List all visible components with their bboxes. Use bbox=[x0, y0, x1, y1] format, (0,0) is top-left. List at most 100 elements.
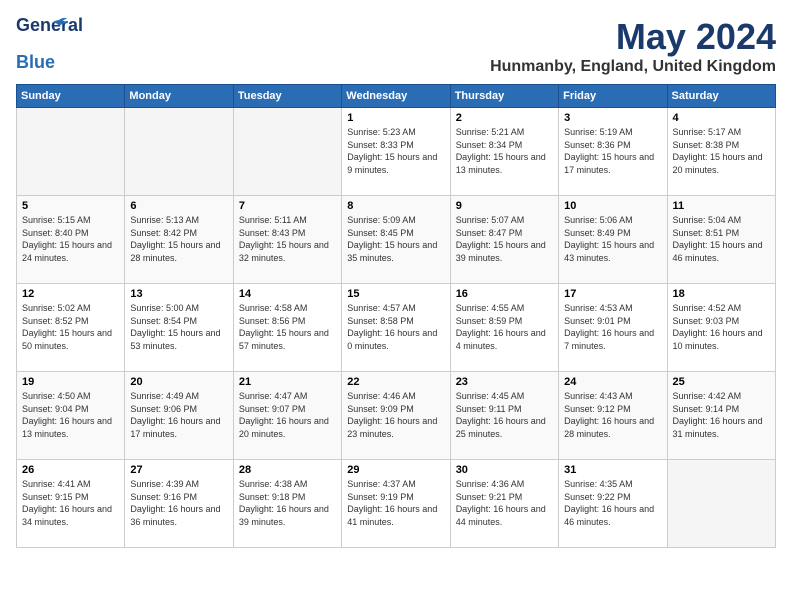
calendar-cell: 19 Sunrise: 4:50 AMSunset: 9:04 PMDaylig… bbox=[17, 372, 125, 460]
calendar-cell: 17 Sunrise: 4:53 AMSunset: 9:01 PMDaylig… bbox=[559, 284, 667, 372]
calendar-cell: 7 Sunrise: 5:11 AMSunset: 8:43 PMDayligh… bbox=[233, 196, 341, 284]
day-number: 28 bbox=[239, 464, 336, 476]
weekday-header-row: SundayMondayTuesdayWednesdayThursdayFrid… bbox=[17, 85, 776, 108]
cell-content: Sunrise: 4:35 AMSunset: 9:22 PMDaylight:… bbox=[564, 478, 661, 528]
calendar-cell: 21 Sunrise: 4:47 AMSunset: 9:07 PMDaylig… bbox=[233, 372, 341, 460]
day-number: 11 bbox=[673, 200, 770, 212]
day-number: 31 bbox=[564, 464, 661, 476]
day-number: 15 bbox=[347, 288, 444, 300]
day-number: 23 bbox=[456, 376, 553, 388]
page-header: General Blue May 2024 Hunmanby, England,… bbox=[16, 16, 776, 76]
day-number: 12 bbox=[22, 288, 119, 300]
calendar-cell: 20 Sunrise: 4:49 AMSunset: 9:06 PMDaylig… bbox=[125, 372, 233, 460]
day-number: 22 bbox=[347, 376, 444, 388]
day-number: 7 bbox=[239, 200, 336, 212]
calendar-cell: 25 Sunrise: 4:42 AMSunset: 9:14 PMDaylig… bbox=[667, 372, 775, 460]
cell-content: Sunrise: 5:06 AMSunset: 8:49 PMDaylight:… bbox=[564, 214, 661, 264]
weekday-header-sunday: Sunday bbox=[17, 85, 125, 108]
calendar-cell: 18 Sunrise: 4:52 AMSunset: 9:03 PMDaylig… bbox=[667, 284, 775, 372]
calendar-cell bbox=[17, 108, 125, 196]
calendar-cell bbox=[125, 108, 233, 196]
location-text: Hunmanby, England, United Kingdom bbox=[490, 58, 776, 76]
month-title: May 2024 bbox=[490, 16, 776, 58]
cell-content: Sunrise: 4:37 AMSunset: 9:19 PMDaylight:… bbox=[347, 478, 444, 528]
cell-content: Sunrise: 4:49 AMSunset: 9:06 PMDaylight:… bbox=[130, 390, 227, 440]
calendar-cell: 16 Sunrise: 4:55 AMSunset: 8:59 PMDaylig… bbox=[450, 284, 558, 372]
cell-content: Sunrise: 4:39 AMSunset: 9:16 PMDaylight:… bbox=[130, 478, 227, 528]
calendar-cell: 24 Sunrise: 4:43 AMSunset: 9:12 PMDaylig… bbox=[559, 372, 667, 460]
day-number: 20 bbox=[130, 376, 227, 388]
day-number: 25 bbox=[673, 376, 770, 388]
weekday-header-friday: Friday bbox=[559, 85, 667, 108]
calendar-cell: 15 Sunrise: 4:57 AMSunset: 8:58 PMDaylig… bbox=[342, 284, 450, 372]
day-number: 24 bbox=[564, 376, 661, 388]
cell-content: Sunrise: 5:04 AMSunset: 8:51 PMDaylight:… bbox=[673, 214, 770, 264]
cell-content: Sunrise: 4:52 AMSunset: 9:03 PMDaylight:… bbox=[673, 302, 770, 352]
day-number: 5 bbox=[22, 200, 119, 212]
week-row-4: 19 Sunrise: 4:50 AMSunset: 9:04 PMDaylig… bbox=[17, 372, 776, 460]
week-row-3: 12 Sunrise: 5:02 AMSunset: 8:52 PMDaylig… bbox=[17, 284, 776, 372]
cell-content: Sunrise: 4:38 AMSunset: 9:18 PMDaylight:… bbox=[239, 478, 336, 528]
cell-content: Sunrise: 4:36 AMSunset: 9:21 PMDaylight:… bbox=[456, 478, 553, 528]
calendar-cell: 8 Sunrise: 5:09 AMSunset: 8:45 PMDayligh… bbox=[342, 196, 450, 284]
day-number: 26 bbox=[22, 464, 119, 476]
calendar-cell: 13 Sunrise: 5:00 AMSunset: 8:54 PMDaylig… bbox=[125, 284, 233, 372]
weekday-header-wednesday: Wednesday bbox=[342, 85, 450, 108]
cell-content: Sunrise: 4:55 AMSunset: 8:59 PMDaylight:… bbox=[456, 302, 553, 352]
calendar-cell: 1 Sunrise: 5:23 AMSunset: 8:33 PMDayligh… bbox=[342, 108, 450, 196]
day-number: 3 bbox=[564, 112, 661, 124]
cell-content: Sunrise: 4:41 AMSunset: 9:15 PMDaylight:… bbox=[22, 478, 119, 528]
day-number: 17 bbox=[564, 288, 661, 300]
calendar-cell: 6 Sunrise: 5:13 AMSunset: 8:42 PMDayligh… bbox=[125, 196, 233, 284]
calendar-cell bbox=[667, 460, 775, 548]
calendar-cell: 11 Sunrise: 5:04 AMSunset: 8:51 PMDaylig… bbox=[667, 196, 775, 284]
cell-content: Sunrise: 5:13 AMSunset: 8:42 PMDaylight:… bbox=[130, 214, 227, 264]
cell-content: Sunrise: 5:15 AMSunset: 8:40 PMDaylight:… bbox=[22, 214, 119, 264]
cell-content: Sunrise: 4:42 AMSunset: 9:14 PMDaylight:… bbox=[673, 390, 770, 440]
calendar-cell: 22 Sunrise: 4:46 AMSunset: 9:09 PMDaylig… bbox=[342, 372, 450, 460]
calendar-cell: 10 Sunrise: 5:06 AMSunset: 8:49 PMDaylig… bbox=[559, 196, 667, 284]
day-number: 16 bbox=[456, 288, 553, 300]
weekday-header-tuesday: Tuesday bbox=[233, 85, 341, 108]
weekday-header-saturday: Saturday bbox=[667, 85, 775, 108]
day-number: 30 bbox=[456, 464, 553, 476]
calendar-cell: 12 Sunrise: 5:02 AMSunset: 8:52 PMDaylig… bbox=[17, 284, 125, 372]
day-number: 14 bbox=[239, 288, 336, 300]
cell-content: Sunrise: 4:53 AMSunset: 9:01 PMDaylight:… bbox=[564, 302, 661, 352]
cell-content: Sunrise: 5:21 AMSunset: 8:34 PMDaylight:… bbox=[456, 126, 553, 176]
day-number: 1 bbox=[347, 112, 444, 124]
day-number: 2 bbox=[456, 112, 553, 124]
day-number: 6 bbox=[130, 200, 227, 212]
weekday-header-monday: Monday bbox=[125, 85, 233, 108]
calendar-cell: 27 Sunrise: 4:39 AMSunset: 9:16 PMDaylig… bbox=[125, 460, 233, 548]
cell-content: Sunrise: 5:23 AMSunset: 8:33 PMDaylight:… bbox=[347, 126, 444, 176]
day-number: 13 bbox=[130, 288, 227, 300]
title-section: May 2024 Hunmanby, England, United Kingd… bbox=[490, 16, 776, 76]
cell-content: Sunrise: 5:00 AMSunset: 8:54 PMDaylight:… bbox=[130, 302, 227, 352]
calendar-cell: 4 Sunrise: 5:17 AMSunset: 8:38 PMDayligh… bbox=[667, 108, 775, 196]
cell-content: Sunrise: 5:09 AMSunset: 8:45 PMDaylight:… bbox=[347, 214, 444, 264]
calendar-cell: 14 Sunrise: 4:58 AMSunset: 8:56 PMDaylig… bbox=[233, 284, 341, 372]
calendar-cell: 30 Sunrise: 4:36 AMSunset: 9:21 PMDaylig… bbox=[450, 460, 558, 548]
calendar-cell: 2 Sunrise: 5:21 AMSunset: 8:34 PMDayligh… bbox=[450, 108, 558, 196]
calendar-cell: 28 Sunrise: 4:38 AMSunset: 9:18 PMDaylig… bbox=[233, 460, 341, 548]
day-number: 9 bbox=[456, 200, 553, 212]
cell-content: Sunrise: 5:02 AMSunset: 8:52 PMDaylight:… bbox=[22, 302, 119, 352]
cell-content: Sunrise: 4:43 AMSunset: 9:12 PMDaylight:… bbox=[564, 390, 661, 440]
day-number: 27 bbox=[130, 464, 227, 476]
cell-content: Sunrise: 5:17 AMSunset: 8:38 PMDaylight:… bbox=[673, 126, 770, 176]
cell-content: Sunrise: 5:19 AMSunset: 8:36 PMDaylight:… bbox=[564, 126, 661, 176]
calendar-cell: 3 Sunrise: 5:19 AMSunset: 8:36 PMDayligh… bbox=[559, 108, 667, 196]
calendar-cell: 23 Sunrise: 4:45 AMSunset: 9:11 PMDaylig… bbox=[450, 372, 558, 460]
cell-content: Sunrise: 4:57 AMSunset: 8:58 PMDaylight:… bbox=[347, 302, 444, 352]
day-number: 8 bbox=[347, 200, 444, 212]
calendar-table: SundayMondayTuesdayWednesdayThursdayFrid… bbox=[16, 84, 776, 548]
week-row-5: 26 Sunrise: 4:41 AMSunset: 9:15 PMDaylig… bbox=[17, 460, 776, 548]
cell-content: Sunrise: 4:46 AMSunset: 9:09 PMDaylight:… bbox=[347, 390, 444, 440]
calendar-cell: 26 Sunrise: 4:41 AMSunset: 9:15 PMDaylig… bbox=[17, 460, 125, 548]
day-number: 10 bbox=[564, 200, 661, 212]
calendar-cell: 9 Sunrise: 5:07 AMSunset: 8:47 PMDayligh… bbox=[450, 196, 558, 284]
day-number: 19 bbox=[22, 376, 119, 388]
cell-content: Sunrise: 5:11 AMSunset: 8:43 PMDaylight:… bbox=[239, 214, 336, 264]
weekday-header-thursday: Thursday bbox=[450, 85, 558, 108]
